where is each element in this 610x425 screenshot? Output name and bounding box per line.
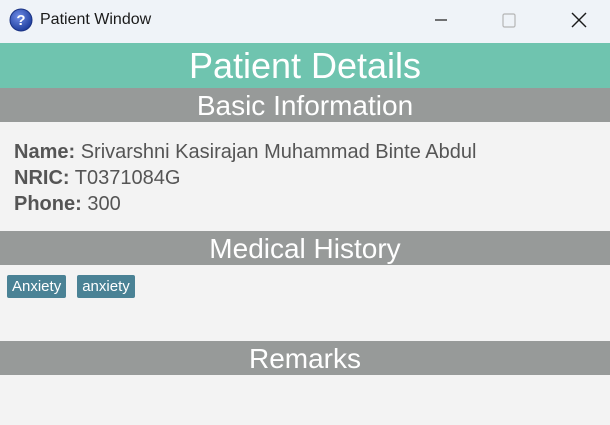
window-title: Patient Window	[40, 11, 152, 28]
maximize-button[interactable]	[486, 0, 532, 40]
maximize-icon	[502, 13, 516, 28]
phone-label: Phone:	[14, 193, 82, 215]
help-question-icon: ?	[9, 8, 33, 32]
svg-text:?: ?	[16, 12, 25, 29]
condition-tag: Anxiety	[7, 275, 67, 298]
phone-row: Phone: 300	[14, 192, 121, 216]
medical-history-tags: Anxiety anxiety	[7, 275, 135, 298]
nric-value: T0371084G	[74, 167, 181, 189]
title-bar[interactable]: ? Patient Window	[0, 0, 610, 43]
minimize-icon	[435, 19, 447, 21]
name-value: Srivarshni Kasirajan Muhammad Binte Abdu…	[80, 141, 477, 163]
medical-history-heading: Medical History	[0, 231, 610, 265]
nric-label: NRIC:	[14, 167, 70, 189]
name-label: Name:	[14, 141, 76, 163]
close-icon	[571, 12, 587, 28]
patient-window: ? Patient Window Patient Details Basic I…	[0, 0, 610, 425]
name-row: Name: Srivarshni Kasirajan Muhammad Bint…	[14, 140, 476, 164]
minimize-button[interactable]	[418, 0, 464, 40]
basic-information-heading: Basic Information	[0, 88, 610, 122]
close-button[interactable]	[556, 0, 602, 40]
condition-tag: anxiety	[77, 275, 135, 298]
page-title: Patient Details	[0, 43, 610, 88]
remarks-heading: Remarks	[0, 341, 610, 375]
phone-value: 300	[87, 193, 121, 215]
nric-row: NRIC: T0371084G	[14, 166, 180, 190]
